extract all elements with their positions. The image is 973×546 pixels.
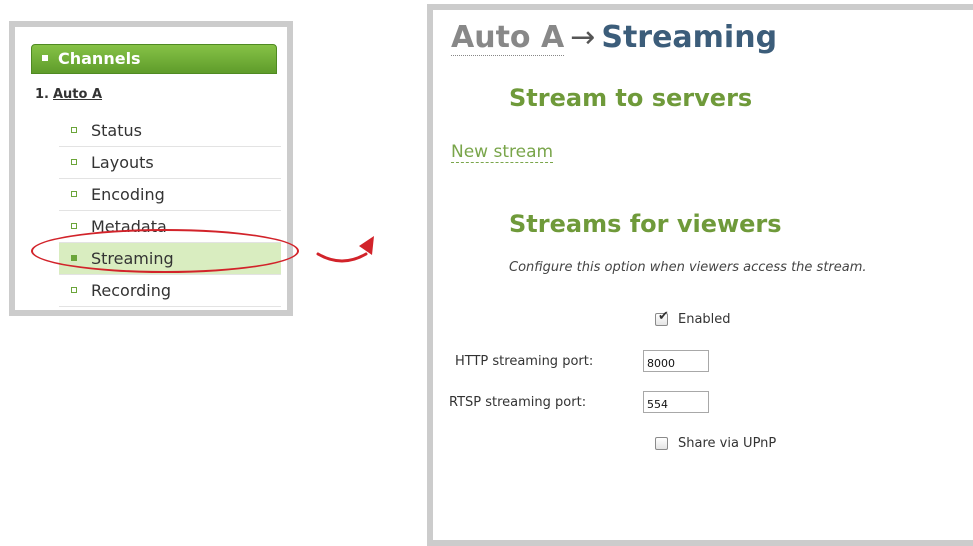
channels-header-label: Channels — [58, 49, 141, 68]
square-bullet-icon — [71, 127, 77, 133]
breadcrumb-separator: → — [570, 20, 596, 55]
streaming-settings-panel: Auto A → Streaming Stream to servers New s… — [427, 4, 973, 546]
channel-nav-list: Status Layouts Encoding Metadata Streami… — [59, 115, 281, 307]
sidebar-item-label: Encoding — [91, 185, 165, 204]
enabled-label: Enabled — [678, 312, 731, 327]
checkmark-icon: ✔ — [658, 309, 669, 324]
channels-sidebar: Channels 1. Auto A Status Layouts Encodin… — [9, 21, 293, 316]
page-title: Streaming — [601, 20, 778, 55]
channels-header[interactable]: Channels — [31, 44, 277, 74]
streams-for-viewers-heading: Streams for viewers — [509, 210, 782, 238]
square-bullet-icon — [71, 255, 77, 261]
http-port-row: HTTP streaming port: — [455, 350, 709, 372]
square-bullet-icon — [71, 191, 77, 197]
http-port-label: HTTP streaming port: — [455, 353, 594, 369]
upnp-label: Share via UPnP — [678, 436, 777, 451]
curved-arrow-icon — [316, 236, 374, 263]
rtsp-port-row: RTSP streaming port: — [449, 391, 709, 413]
sidebar-item-label: Streaming — [91, 249, 174, 268]
square-bullet-icon — [71, 223, 77, 229]
upnp-row: Share via UPnP — [655, 436, 776, 451]
stream-to-servers-heading: Stream to servers — [509, 84, 753, 112]
sidebar-item-label: Metadata — [91, 217, 167, 236]
page-title-breadcrumb: Auto A → Streaming — [451, 20, 778, 56]
sidebar-item-streaming[interactable]: Streaming — [59, 243, 281, 275]
sidebar-item-recording[interactable]: Recording — [59, 275, 281, 307]
sidebar-item-encoding[interactable]: Encoding — [59, 179, 281, 211]
channel-link[interactable]: Auto A — [53, 87, 102, 102]
square-bullet-icon — [71, 159, 77, 165]
sidebar-item-label: Recording — [91, 281, 172, 300]
sidebar-item-label: Status — [91, 121, 142, 140]
square-bullet-icon — [42, 54, 48, 61]
breadcrumb-parent-link[interactable]: Auto A — [451, 20, 565, 56]
channel-entry: 1. Auto A — [35, 87, 102, 102]
sidebar-item-status[interactable]: Status — [59, 115, 281, 147]
rtsp-port-label: RTSP streaming port: — [449, 394, 587, 410]
sidebar-item-metadata[interactable]: Metadata — [59, 211, 281, 243]
sidebar-item-layouts[interactable]: Layouts — [59, 147, 281, 179]
viewers-hint-text: Configure this option when viewers acces… — [509, 260, 867, 275]
new-stream-link[interactable]: New stream — [451, 142, 554, 163]
rtsp-port-input[interactable] — [643, 391, 709, 413]
square-bullet-icon — [71, 287, 77, 293]
enabled-row: ✔ Enabled — [655, 309, 731, 327]
http-port-input[interactable] — [643, 350, 709, 372]
channel-number: 1. — [35, 87, 49, 102]
sidebar-item-label: Layouts — [91, 153, 154, 172]
enabled-checkbox[interactable]: ✔ — [655, 309, 669, 326]
upnp-checkbox[interactable] — [655, 437, 668, 450]
